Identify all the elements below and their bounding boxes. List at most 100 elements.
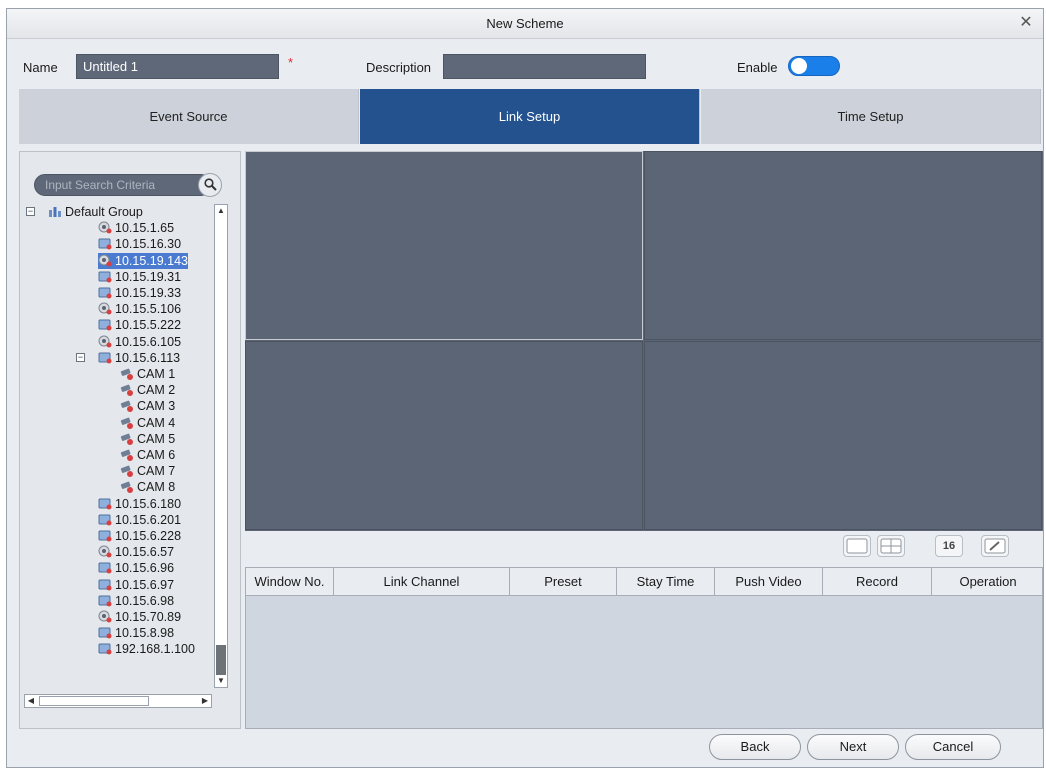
nvr-device-icon — [98, 562, 112, 574]
custom-layout-button[interactable] — [981, 535, 1009, 557]
column-header[interactable]: Record — [823, 568, 932, 595]
tree-device-item[interactable]: 10.15.8.98 — [98, 625, 174, 641]
tab-link-setup[interactable]: Link Setup — [360, 89, 700, 144]
ipc-device-icon — [98, 302, 112, 315]
scroll-left-icon[interactable]: ◀ — [25, 695, 37, 707]
scroll-up-icon[interactable]: ▲ — [215, 205, 227, 217]
sixteen-label: 16 — [942, 540, 956, 552]
device-label: 10.15.6.98 — [115, 593, 175, 608]
tree-device-item[interactable]: 10.15.6.180 — [98, 496, 181, 512]
layout-16-button[interactable]: 16 — [935, 535, 963, 557]
tree-device-item[interactable]: 10.15.6.96 — [98, 560, 174, 576]
nvr-device-icon — [98, 352, 112, 364]
name-field[interactable] — [76, 54, 279, 79]
tree-device-item[interactable]: 10.15.6.228 — [98, 528, 181, 544]
search-button[interactable] — [198, 173, 222, 197]
tree-device-item[interactable]: 10.15.19.33 — [98, 285, 181, 301]
nvr-device-icon — [98, 643, 112, 655]
nvr-device-icon — [98, 530, 112, 542]
scroll-right-icon[interactable]: ▶ — [199, 695, 211, 707]
tree-group-default[interactable]: − Default Group — [26, 204, 143, 220]
camera-icon — [120, 368, 133, 380]
next-button[interactable]: Next — [807, 734, 899, 760]
tree-camera-item[interactable]: CAM 2 — [120, 382, 175, 398]
tab-event-source[interactable]: Event Source — [19, 89, 359, 144]
nvr-device-icon — [98, 287, 112, 299]
column-header[interactable]: Stay Time — [617, 568, 715, 595]
scroll-down-icon[interactable]: ▼ — [215, 675, 227, 687]
back-button[interactable]: Back — [709, 734, 801, 760]
camera-label: CAM 8 — [137, 480, 176, 495]
camera-icon — [120, 401, 133, 413]
nvr-device-icon — [98, 498, 112, 510]
ipc-device-icon — [98, 335, 112, 348]
device-label: 10.15.6.201 — [115, 512, 182, 527]
video-window-2[interactable] — [644, 151, 1042, 340]
tree-camera-item[interactable]: CAM 6 — [120, 447, 175, 463]
tree-vertical-scrollbar[interactable]: ▲ ▼ — [214, 204, 228, 688]
tree-device-item[interactable]: 10.15.19.143 — [98, 252, 188, 269]
nvr-device-icon — [98, 514, 112, 526]
tree-device-item[interactable]: 192.168.1.100 — [98, 641, 195, 657]
tree-device-item[interactable]: 10.15.1.65 — [98, 220, 174, 236]
enable-toggle[interactable] — [788, 56, 840, 76]
camera-icon — [120, 384, 133, 397]
layout-4-button[interactable] — [877, 535, 905, 557]
collapse-icon[interactable]: − — [76, 352, 85, 362]
tree-device-item[interactable]: 10.15.5.222 — [98, 317, 181, 333]
tree-device-item[interactable]: 10.15.6.105 — [98, 334, 181, 350]
column-header[interactable]: Link Channel — [334, 568, 510, 595]
device-label: 10.15.8.98 — [115, 626, 175, 641]
tree-device-item[interactable]: 10.15.6.97 — [98, 577, 174, 593]
tree-camera-item[interactable]: CAM 4 — [120, 415, 175, 431]
camera-icon — [120, 449, 133, 461]
tree-camera-item[interactable]: CAM 8 — [120, 479, 175, 495]
ipc-device-icon — [98, 545, 112, 558]
video-window-3[interactable] — [245, 341, 643, 530]
search-box — [34, 174, 212, 196]
close-icon[interactable]: ✕ — [1017, 14, 1035, 32]
device-label: 10.15.6.96 — [115, 561, 175, 576]
tree-device-item[interactable]: 10.15.6.98 — [98, 593, 174, 609]
tree-horizontal-scrollbar[interactable]: ◀ ▶ — [24, 694, 212, 708]
tab-bar: Event Source Link Setup Time Setup — [19, 89, 1045, 144]
tab-time-setup[interactable]: Time Setup — [701, 89, 1041, 144]
device-label: 10.15.6.113 — [115, 350, 181, 365]
search-input[interactable] — [43, 177, 193, 193]
tree-camera-item[interactable]: CAM 7 — [120, 463, 175, 479]
device-label: 10.15.6.228 — [115, 529, 182, 543]
tree-camera-item[interactable]: CAM 3 — [120, 398, 175, 414]
column-header[interactable]: Operation — [932, 568, 1044, 595]
layout-1-button[interactable] — [843, 535, 871, 557]
camera-icon — [120, 482, 133, 494]
single-window-icon — [846, 538, 868, 554]
horizontal-scroll-thumb[interactable] — [39, 696, 149, 706]
column-header[interactable]: Window No. — [246, 568, 334, 595]
device-label: 10.15.19.33 — [115, 286, 182, 300]
camera-icon — [120, 417, 133, 429]
tree-camera-item[interactable]: CAM 5 — [120, 431, 175, 447]
column-header[interactable]: Preset — [510, 568, 617, 595]
tree-device-item[interactable]: 10.15.19.31 — [98, 269, 181, 285]
tree-device-item[interactable]: 10.15.6.201 — [98, 512, 181, 528]
video-window-1[interactable] — [245, 151, 643, 340]
video-window-4[interactable] — [644, 341, 1042, 530]
collapse-icon[interactable]: − — [26, 207, 35, 216]
column-header[interactable]: Push Video — [715, 568, 823, 595]
tree-device-item[interactable]: 10.15.5.106 — [98, 301, 181, 317]
required-mark: * — [288, 55, 294, 70]
tree-device-item[interactable]: 10.15.70.89 — [98, 609, 181, 625]
device-label: 10.15.6.105 — [115, 334, 182, 349]
table-header: Window No. Link Channel Preset Stay Time Pus… — [246, 568, 1042, 596]
cancel-button[interactable]: Cancel — [905, 734, 1001, 760]
camera-label: CAM 5 — [137, 431, 176, 446]
camera-label: CAM 3 — [137, 399, 176, 414]
tree-device-item[interactable]: 10.15.16.30 — [98, 236, 181, 252]
tree-device-item[interactable]: 10.15.6.57 — [98, 544, 174, 560]
ipc-device-icon — [98, 610, 112, 623]
description-field[interactable] — [443, 54, 646, 79]
tree-camera-item[interactable]: CAM 1 — [120, 366, 175, 382]
tree-device-item[interactable]: − 10.15.6.113 — [76, 350, 181, 366]
name-label: Name — [23, 60, 58, 75]
enable-label: Enable — [737, 60, 778, 75]
